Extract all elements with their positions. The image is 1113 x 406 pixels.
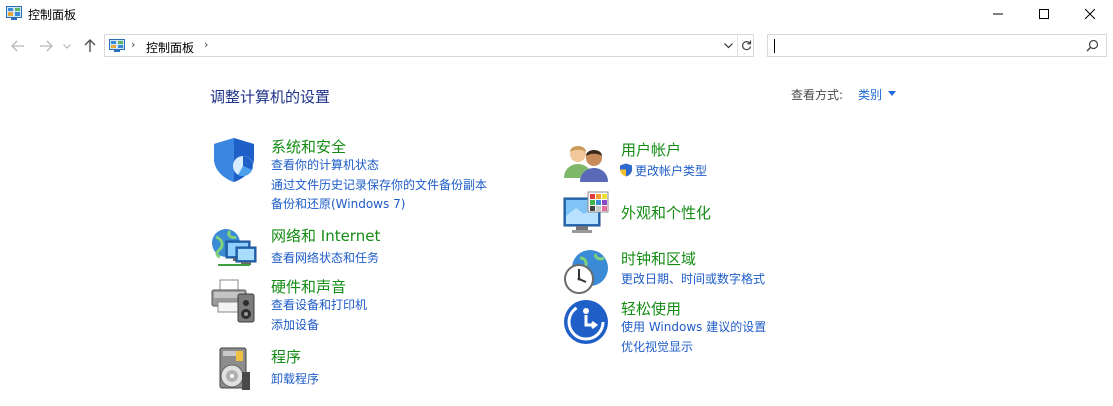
category-network-internet: 网络和 Internet 查看网络状态和任务	[210, 225, 530, 273]
category-link[interactable]: 通过文件历史记录保存你的文件备份副本	[271, 176, 487, 193]
category-heading[interactable]: 系统和安全	[271, 136, 346, 157]
text-caret	[774, 39, 775, 53]
ease-of-access-icon[interactable]	[562, 298, 610, 346]
category-heading[interactable]: 硬件和声音	[271, 276, 346, 297]
dropdown-arrow-icon[interactable]	[888, 91, 896, 96]
control-panel-icon	[109, 39, 125, 52]
minimize-icon	[993, 13, 1003, 15]
minimize-button[interactable]	[975, 0, 1021, 28]
category-heading[interactable]: 用户帐户	[621, 139, 681, 160]
close-button[interactable]	[1067, 0, 1113, 28]
chevron-down-icon	[723, 42, 733, 48]
category-link[interactable]: 备份和还原(Windows 7)	[271, 195, 405, 212]
control-panel-icon	[6, 6, 22, 20]
address-bar[interactable]: › 控制面板 ›	[104, 34, 754, 57]
category-link[interactable]: 使用 Windows 建议的设置	[621, 318, 766, 335]
search-icon[interactable]	[1086, 39, 1099, 52]
forward-button[interactable]	[36, 36, 56, 56]
category-heading[interactable]: 程序	[271, 346, 301, 367]
title-bar: 控制面板	[0, 0, 1113, 28]
security-shield-icon[interactable]	[210, 136, 258, 184]
up-button[interactable]	[80, 36, 100, 56]
category-hardware-sound: 硬件和声音 查看设备和打印机 添加设备	[210, 276, 530, 336]
chevron-down-icon	[63, 43, 71, 49]
forward-arrow-icon	[40, 40, 53, 52]
up-arrow-icon	[84, 39, 96, 52]
category-link[interactable]: 卸载程序	[271, 370, 319, 387]
back-arrow-icon	[11, 40, 24, 52]
address-history-dropdown[interactable]	[719, 35, 737, 56]
monitor-palette-icon[interactable]	[562, 190, 610, 238]
users-icon[interactable]	[562, 138, 610, 186]
category-user-accounts: 用户帐户 更改帐户类型	[562, 138, 862, 186]
category-link[interactable]: 优化视觉显示	[621, 338, 693, 355]
category-clock-region: 时钟和区域 更改日期、时间或数字格式	[562, 248, 862, 296]
printer-speaker-icon[interactable]	[210, 276, 258, 324]
uac-shield-icon	[620, 163, 632, 177]
maximize-icon	[1039, 9, 1049, 19]
view-by-label: 查看方式:	[791, 88, 844, 102]
category-heading[interactable]: 外观和个性化	[621, 202, 711, 223]
category-heading[interactable]: 轻松使用	[621, 298, 681, 319]
breadcrumb-separator[interactable]: ›	[131, 38, 135, 51]
search-input[interactable]	[772, 37, 1072, 54]
view-by-dropdown[interactable]: 类别	[858, 86, 882, 103]
window-title: 控制面板	[28, 8, 77, 22]
link-text[interactable]: 更改帐户类型	[635, 164, 707, 178]
clock-globe-icon[interactable]	[562, 248, 610, 296]
category-heading[interactable]: 网络和 Internet	[271, 225, 380, 246]
category-heading[interactable]: 时钟和区域	[621, 248, 696, 269]
category-link[interactable]: 查看你的计算机状态	[271, 156, 379, 173]
category-link[interactable]: 查看设备和打印机	[271, 296, 367, 313]
category-appearance: 外观和个性化	[562, 190, 862, 242]
network-globe-icon[interactable]	[210, 225, 258, 273]
refresh-button[interactable]	[737, 35, 754, 56]
category-system-security: 系统和安全 查看你的计算机状态 通过文件历史记录保存你的文件备份副本 备份和还原…	[210, 136, 530, 216]
back-button[interactable]	[8, 36, 28, 56]
category-programs: 程序 卸载程序	[210, 346, 530, 394]
maximize-button[interactable]	[1021, 0, 1067, 28]
refresh-icon	[741, 40, 751, 51]
breadcrumb-separator[interactable]: ›	[204, 38, 208, 51]
breadcrumb-control-panel[interactable]: 控制面板	[146, 39, 194, 56]
category-link[interactable]: 更改日期、时间或数字格式	[621, 270, 765, 287]
close-icon	[1085, 9, 1095, 19]
page-title: 调整计算机的设置	[210, 88, 331, 106]
category-ease-of-access: 轻松使用 使用 Windows 建议的设置 优化视觉显示	[562, 298, 862, 356]
category-link[interactable]: 更改帐户类型	[619, 162, 707, 179]
category-link[interactable]: 查看网络状态和任务	[271, 249, 379, 266]
recent-locations-button[interactable]	[60, 36, 74, 56]
category-link[interactable]: 添加设备	[271, 316, 319, 333]
programs-disc-icon[interactable]	[210, 346, 258, 394]
search-box[interactable]	[767, 34, 1107, 57]
